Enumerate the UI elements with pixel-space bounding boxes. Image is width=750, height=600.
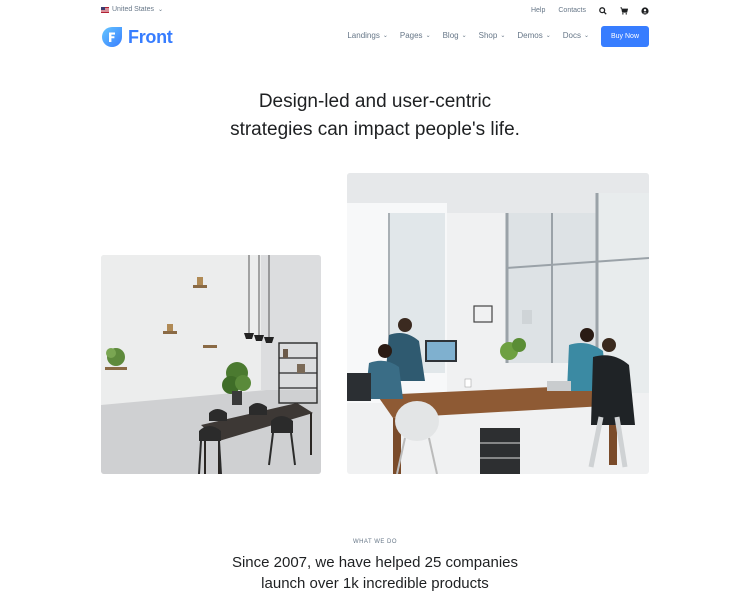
nav-label: Docs (562, 31, 581, 40)
chevron-down-icon: ⌄ (461, 33, 467, 39)
section-title-line2: launch over 1k incredible products (261, 575, 489, 592)
nav-item-landings[interactable]: Landings ⌄ (347, 31, 388, 40)
hero-title-line1: Design-led and user-centric (258, 91, 492, 112)
nav-label: Shop (478, 31, 498, 40)
nav-item-shop[interactable]: Shop ⌄ (479, 31, 506, 40)
office-interior-image (101, 255, 321, 474)
logo-text: Front (128, 26, 173, 47)
hero-title: Design-led and user-centric strategies c… (0, 88, 750, 144)
chevron-down-icon: ⌄ (583, 33, 589, 39)
chevron-down-icon: ⌄ (545, 33, 551, 39)
chevron-down-icon: ⌄ (500, 33, 506, 39)
nav-label: Blog (442, 31, 459, 40)
nav-item-blog[interactable]: Blog ⌄ (443, 31, 467, 40)
top-links: Help Contacts (518, 6, 649, 15)
team-meeting-image (347, 173, 649, 474)
nav-label: Pages (399, 31, 423, 40)
locale-label: United States (112, 6, 155, 13)
section-title-line1: Since 2007, we have helped 25 companies (231, 554, 519, 571)
top-bar: United States ⌄ Help Contacts (101, 6, 649, 18)
brand-logo[interactable]: Front (101, 26, 173, 48)
locale-selector[interactable]: United States ⌄ (101, 6, 163, 13)
nav-item-demos[interactable]: Demos ⌄ (517, 31, 550, 40)
section-eyebrow: WHAT WE DO (352, 539, 398, 545)
chevron-down-icon: ⌄ (158, 7, 164, 13)
search-icon[interactable] (598, 6, 607, 15)
main-nav: Landings ⌄ Pages ⌄ Blog ⌄ Shop ⌄ Demos ⌄ Docs… (335, 31, 589, 40)
help-link[interactable]: Help (531, 7, 545, 14)
nav-label: Demos (517, 31, 543, 40)
nav-label: Landings (347, 31, 380, 40)
buy-now-button[interactable]: Buy Now (601, 26, 649, 47)
hero: Design-led and user-centric strategies c… (0, 88, 750, 144)
section-heading: Since 2007, we have helped 25 companies … (0, 552, 750, 594)
chevron-down-icon: ⌄ (382, 33, 388, 39)
nav-item-pages[interactable]: Pages ⌄ (400, 31, 431, 40)
cart-icon[interactable] (619, 6, 628, 15)
user-icon[interactable] (640, 6, 649, 15)
contacts-link[interactable]: Contacts (558, 7, 586, 14)
us-flag-icon (101, 6, 109, 13)
header: Front Landings ⌄ Pages ⌄ Blog ⌄ Shop ⌄ Demos… (101, 26, 649, 48)
chevron-down-icon: ⌄ (425, 33, 431, 39)
section-title: Since 2007, we have helped 25 companies … (0, 552, 750, 594)
hero-title-line2: strategies can impact people's life. (230, 119, 520, 140)
nav-item-docs[interactable]: Docs ⌄ (563, 31, 589, 40)
logo-icon (101, 26, 123, 48)
